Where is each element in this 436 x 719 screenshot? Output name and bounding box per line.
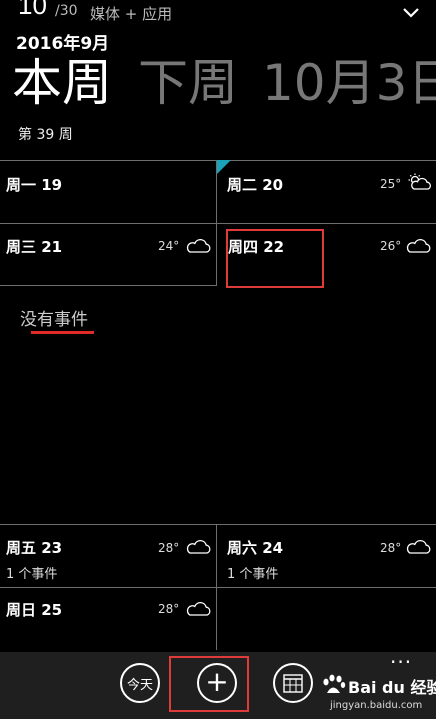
day-label: 周五 23 <box>6 539 63 557</box>
calendar-icon <box>283 674 303 693</box>
day-cell-wednesday[interactable]: 周三 21 24° <box>0 224 216 285</box>
day-cell-friday[interactable]: 周五 23 1 个事件 28° <box>0 525 216 587</box>
top-bar: 10 /30 媒体 + 应用 <box>0 0 436 30</box>
app-bar: 今天 + ... Bai du 经验 jingyan.baidu.com <box>0 644 436 719</box>
week-number: 第 39 周 <box>18 127 73 143</box>
temperature: 24° <box>158 239 180 253</box>
temperature: 26° <box>380 239 402 253</box>
day-label: 周三 21 <box>6 238 63 256</box>
day-cell-monday[interactable]: 周一 19 <box>0 161 216 223</box>
partly-sunny-icon <box>408 173 431 190</box>
watermark-url: jingyan.baidu.com <box>330 700 423 711</box>
tab-date[interactable]: 10月3日 <box>262 52 436 114</box>
chevron-down-icon[interactable] <box>400 2 422 24</box>
temperature: 28° <box>158 541 180 555</box>
today-button[interactable]: 今天 <box>120 663 160 703</box>
day-cell-saturday[interactable]: 周六 24 1 个事件 28° <box>217 525 436 587</box>
no-events-label: 没有事件 <box>20 310 88 330</box>
cloud-icon <box>186 539 211 554</box>
temperature: 28° <box>380 541 402 555</box>
day-label: 周二 20 <box>227 176 284 194</box>
cloud-icon <box>406 539 431 554</box>
tab-this-week[interactable]: 本周 <box>12 52 112 114</box>
cloud-icon <box>186 238 211 253</box>
cloud-icon <box>186 601 211 616</box>
day-cell-tuesday[interactable]: 周二 20 25° <box>217 161 436 223</box>
more-icon[interactable]: ... <box>390 644 412 668</box>
event-count: 1 个事件 <box>227 567 279 582</box>
tab-next-week[interactable]: 下周 <box>138 52 238 114</box>
month-label: 2016年9月 <box>16 34 110 54</box>
highlight-box <box>226 229 324 288</box>
today-label: 今天 <box>126 677 153 693</box>
red-underline <box>31 331 94 334</box>
item-total: /30 <box>55 3 78 19</box>
item-count: 10 <box>18 0 47 20</box>
day-cell-sunday[interactable]: 周日 25 28° <box>0 588 216 650</box>
temperature: 25° <box>380 177 402 191</box>
event-count: 1 个事件 <box>6 567 58 582</box>
category-label: 媒体 + 应用 <box>90 5 173 23</box>
cloud-icon <box>406 238 431 253</box>
day-label: 周日 25 <box>6 601 63 619</box>
highlight-box <box>169 656 249 712</box>
watermark-brand: Bai du 经验 <box>348 678 436 697</box>
day-label: 周六 24 <box>227 539 284 557</box>
divider <box>0 285 217 286</box>
baidu-paw-logo <box>323 674 346 693</box>
day-label: 周一 19 <box>6 176 63 194</box>
temperature: 28° <box>158 602 180 616</box>
calendar-view-button[interactable] <box>273 663 313 703</box>
empty-cell <box>217 588 436 650</box>
